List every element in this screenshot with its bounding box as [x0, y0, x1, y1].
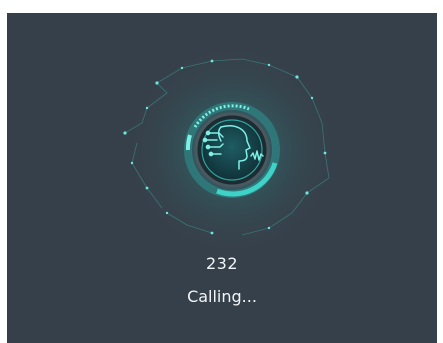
progress-arc-left — [185, 134, 192, 151]
caller-number: 232 — [205, 254, 239, 273]
core-disc — [201, 119, 263, 181]
call-status: Calling... — [187, 287, 257, 306]
calling-animation — [122, 40, 342, 260]
call-screen: 232 Calling... — [7, 13, 437, 343]
